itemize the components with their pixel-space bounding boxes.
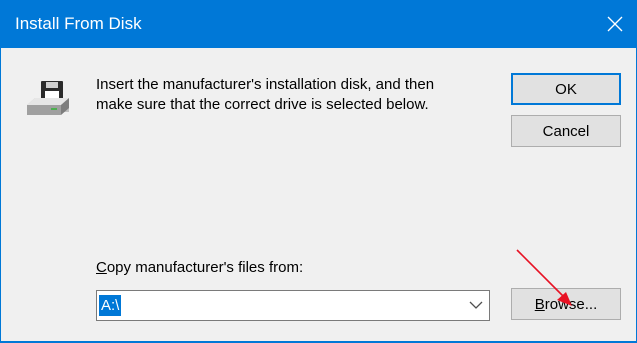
copy-from-label: Copy manufacturer's files from:	[96, 259, 303, 276]
copy-from-label-rest: opy manufacturer's files from:	[106, 259, 304, 276]
close-button[interactable]	[592, 1, 637, 48]
red-arrow-icon	[516, 249, 572, 306]
instruction-line-1: Insert the manufacturer's installation d…	[96, 76, 435, 93]
close-icon	[607, 16, 623, 32]
copy-from-combobox[interactable]: A:\	[96, 290, 490, 321]
ok-button[interactable]: OK	[511, 73, 621, 105]
floppy-disk-icon	[27, 81, 69, 115]
copy-from-value[interactable]: A:\	[99, 295, 122, 316]
instruction-text: Insert the manufacturer's installation d…	[96, 75, 486, 115]
title-bar: Install From Disk	[1, 1, 637, 48]
copy-from-label-mnemonic: C	[96, 259, 107, 276]
chevron-down-icon[interactable]	[469, 300, 483, 310]
instruction-line-2: make sure that the correct drive is sele…	[96, 96, 429, 113]
cancel-button[interactable]: Cancel	[511, 115, 621, 147]
window-title: Install From Disk	[15, 14, 142, 33]
